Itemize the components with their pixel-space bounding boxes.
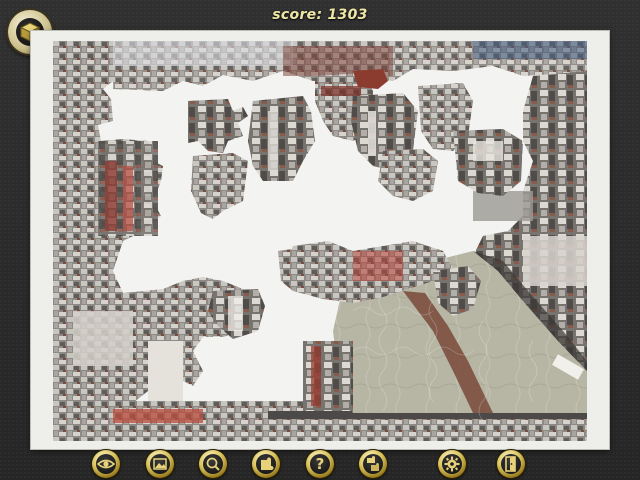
edge-pieces-icon <box>261 457 274 470</box>
loose-piece[interactable] <box>378 149 438 201</box>
preview-button[interactable] <box>146 450 174 478</box>
loose-piece[interactable] <box>453 129 523 196</box>
zoom-button[interactable] <box>199 450 227 478</box>
gear-icon <box>444 456 460 472</box>
loose-piece[interactable] <box>191 153 248 219</box>
loose-piece[interactable] <box>353 69 388 89</box>
eye-icon <box>96 459 116 469</box>
puzzle-board <box>31 31 609 449</box>
loose-piece[interactable] <box>188 99 248 153</box>
help-icon: ? <box>315 455 325 473</box>
pieces-button[interactable] <box>359 450 387 478</box>
hint-eye-button[interactable] <box>92 450 120 478</box>
score-display: score: 1303 <box>272 7 368 23</box>
settings-button[interactable] <box>438 450 466 478</box>
edge-pieces-button[interactable] <box>252 450 280 478</box>
exit-door-icon <box>505 456 516 472</box>
puzzle-pieces-icon <box>367 456 379 471</box>
bottom-toolbar: ? <box>0 448 640 480</box>
exit-button[interactable] <box>497 450 525 478</box>
magnifier-icon <box>206 457 220 471</box>
picture-preview-icon <box>153 458 167 470</box>
help-button[interactable]: ? <box>306 450 334 478</box>
loose-piece[interactable] <box>248 96 315 181</box>
puzzle-image <box>53 41 587 441</box>
puzzle-area[interactable] <box>53 41 587 441</box>
